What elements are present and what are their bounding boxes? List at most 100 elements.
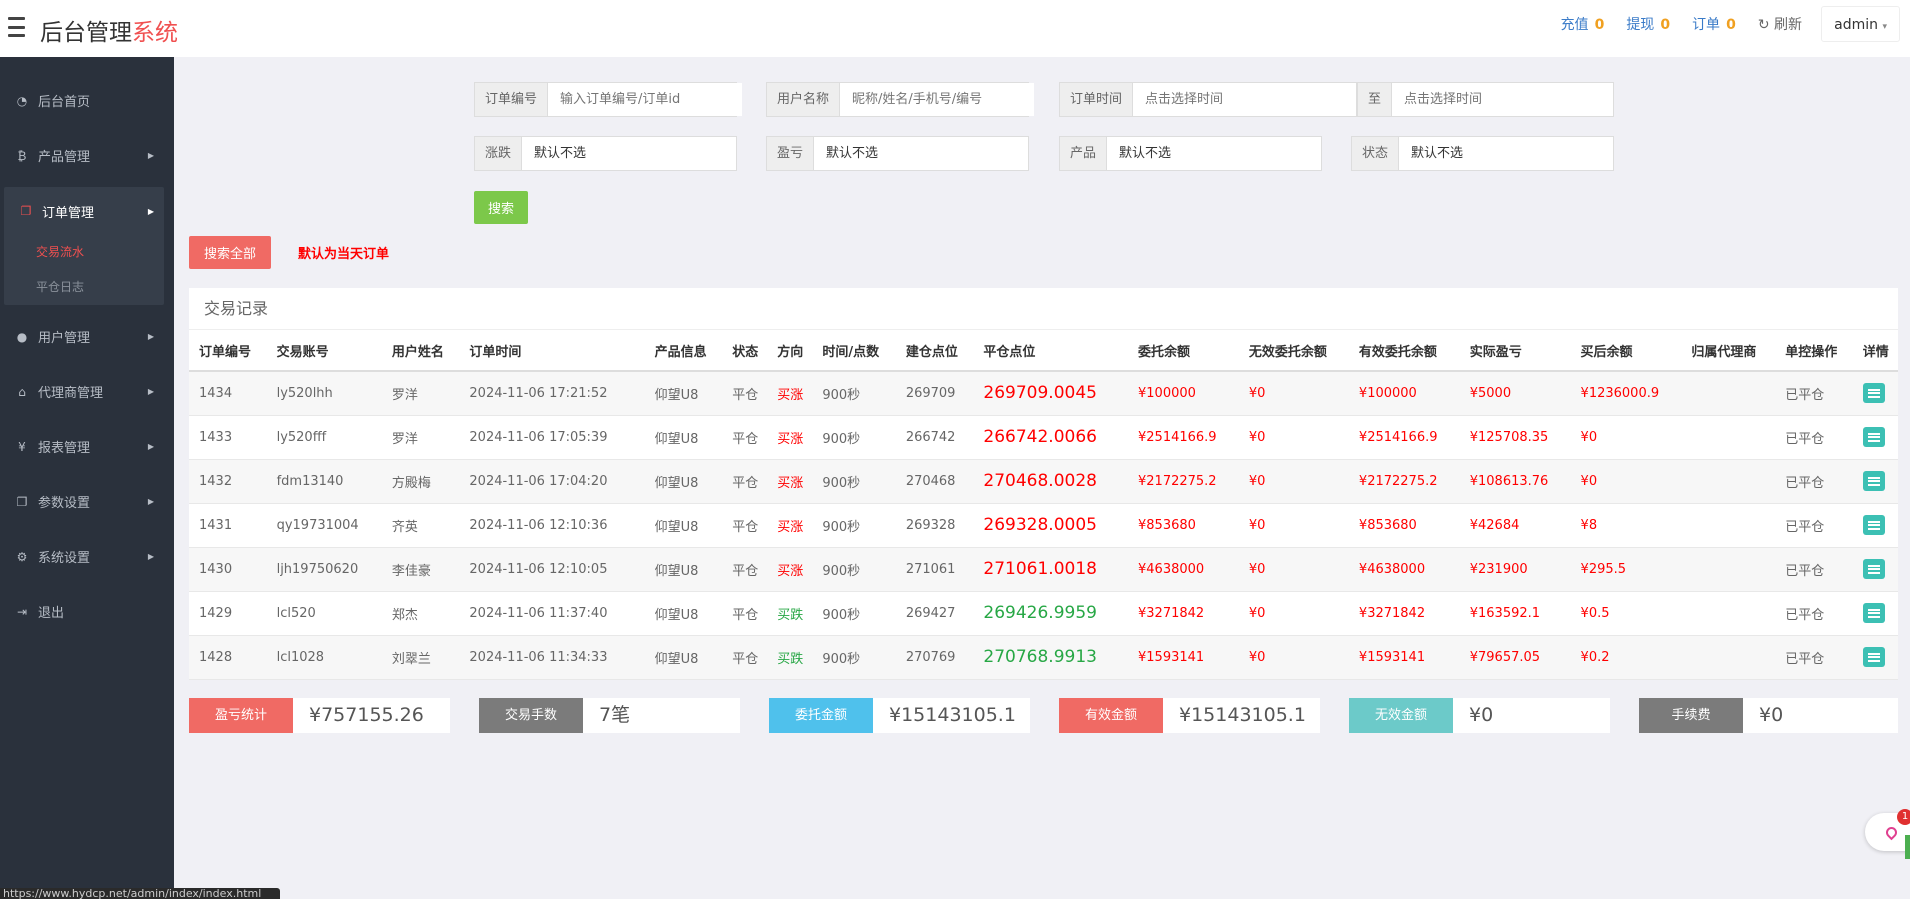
cell-invalid: ¥0 (1238, 547, 1349, 592)
recharge-link[interactable]: 充值 0 (1561, 14, 1605, 34)
product-select[interactable]: 默认不选 (1107, 137, 1321, 170)
table-row[interactable]: 1433 ly520fff 罗洋 2024-11-06 17:05:39 仰望U8 平仓买… (189, 415, 1898, 460)
cell-dir: 买跌 (767, 591, 813, 636)
user-name-input[interactable] (840, 83, 1035, 116)
sidebar-subitem-close-log[interactable]: 平仓日志 (4, 270, 164, 305)
stat-box: 无效金额 ¥0 (1349, 698, 1610, 733)
sidebar-item-users[interactable]: ● 用户管理 ▶ (0, 309, 174, 364)
cell-op: 已平仓 (1775, 459, 1853, 504)
cell-time: 2024-11-06 11:37:40 (459, 591, 645, 636)
cell-time: 2024-11-06 17:04:20 (459, 459, 645, 504)
cell-invalid: ¥0 (1238, 459, 1349, 504)
sidebar-item-params[interactable]: ❐ 参数设置 ▶ (0, 474, 174, 529)
detail-list-icon[interactable] (1862, 471, 1885, 491)
cell-pnl: ¥42684 (1459, 503, 1571, 548)
profit-select[interactable]: 默认不选 (814, 137, 1028, 170)
to-label: 至 (1358, 83, 1393, 116)
order-time-start-input[interactable] (1133, 83, 1356, 116)
stat-label: 盈亏统计 (189, 698, 293, 733)
detail-list-icon[interactable] (1862, 603, 1885, 623)
order-link[interactable]: 订单 0 (1692, 14, 1736, 34)
updown-label: 涨跌 (475, 137, 523, 170)
cell-after: ¥1236000.9 (1570, 371, 1682, 416)
sidebar-item-reports[interactable]: ¥ 报表管理 ▶ (0, 419, 174, 474)
detail-list-icon[interactable] (1862, 515, 1885, 535)
sidebar-item-orders[interactable]: ❐ 订单管理 ▶ (4, 187, 164, 235)
cell-invalid: ¥0 (1238, 635, 1349, 680)
detail-list-icon[interactable] (1862, 427, 1885, 447)
cell-status: 平仓 (722, 635, 768, 680)
menu-toggle-icon[interactable] (8, 17, 25, 37)
cell-op: 已平仓 (1775, 547, 1853, 592)
table-row[interactable]: 1431 qy19731004 齐英 2024-11-06 12:10:36 仰望U8 平… (189, 503, 1898, 548)
cell-id: 1433 (189, 415, 267, 460)
cell-duration: 900秒 (812, 459, 896, 504)
column-header: 单控操作 (1775, 330, 1853, 372)
sidebar-item-logout[interactable]: ⇥ 退出 (0, 584, 174, 639)
user-icon: ● (16, 329, 28, 344)
chevron-right-icon: ▶ (147, 442, 154, 451)
cell-account: qy19731004 (266, 503, 382, 548)
detail-list-icon[interactable] (1862, 647, 1885, 667)
cell-op: 已平仓 (1775, 415, 1853, 460)
updown-select[interactable]: 默认不选 (522, 137, 736, 170)
sidebar-item-products[interactable]: ₿ 产品管理 ▶ (0, 128, 174, 183)
cell-status: 平仓 (722, 547, 768, 592)
cell-id: 1430 (189, 547, 267, 592)
detail-list-icon[interactable] (1862, 559, 1885, 579)
cell-time: 2024-11-06 11:34:33 (459, 635, 645, 680)
order-no-input[interactable] (548, 83, 743, 116)
table-row[interactable]: 1429 lcl520 郑杰 2024-11-06 11:37:40 仰望U8 平仓 买跌 9… (189, 591, 1898, 636)
sidebar-item-system[interactable]: ⚙ 系统设置 ▶ (0, 529, 174, 584)
search-all-button[interactable]: 搜索全部 (189, 236, 271, 269)
cell-detail (1852, 459, 1898, 504)
cell-close: 269709.0045 (973, 371, 1128, 416)
cell-dir: 买涨 (767, 415, 813, 460)
stat-label: 有效金额 (1059, 698, 1163, 733)
sidebar-item-home[interactable]: ◔ 后台首页 (0, 73, 174, 128)
cell-name: 罗洋 (381, 415, 460, 460)
profit-label: 盈亏 (767, 137, 815, 170)
cell-amount: ¥3271842 (1128, 591, 1239, 636)
cell-close: 270468.0028 (973, 459, 1128, 504)
withdraw-link[interactable]: 提现 0 (1626, 14, 1670, 34)
cell-invalid: ¥0 (1238, 371, 1349, 416)
floating-widget[interactable]: 1 (1865, 809, 1910, 851)
column-header: 买后余额 (1570, 330, 1682, 372)
cell-amount: ¥1593141 (1128, 635, 1239, 680)
user-name-filter: 用户名称 (766, 82, 1035, 117)
column-header: 实际盈亏 (1459, 330, 1571, 372)
cell-detail (1852, 547, 1898, 592)
search-button[interactable]: 搜索 (474, 191, 528, 224)
table-header-row: 订单编号 交易账号 用户姓名 订单时间 产品信息 状态 方向 时间/点数 建仓点位 平仓点位 委托余… (189, 330, 1898, 372)
header-links: 充值 0 提现 0 订单 0 ↻ 刷新 (1561, 14, 1802, 34)
sidebar-subitem-trades[interactable]: 交易流水 (4, 235, 164, 270)
table-row[interactable]: 1430 ljh19750620 李佳豪 2024-11-06 12:10:05 仰望U… (189, 547, 1898, 592)
cell-duration: 900秒 (812, 591, 896, 636)
column-header: 归属代理商 (1681, 330, 1776, 372)
order-time-end-input[interactable] (1392, 83, 1613, 116)
cell-invalid: ¥0 (1238, 503, 1349, 548)
cell-close: 271061.0018 (973, 547, 1128, 592)
cell-dir: 买跌 (767, 635, 813, 680)
cell-duration: 900秒 (812, 415, 896, 460)
status-filter: 状态 默认不选 (1351, 136, 1614, 171)
cell-agent (1681, 415, 1776, 460)
cell-after: ¥0.2 (1570, 635, 1682, 680)
user-menu[interactable]: admin ▾ (1821, 6, 1900, 42)
cell-op: 已平仓 (1775, 591, 1853, 636)
cell-close: 270768.9913 (973, 635, 1128, 680)
cell-account: ly520lhh (266, 371, 382, 416)
brand-accent: 系统 (132, 20, 178, 46)
cell-open: 271061 (895, 547, 974, 592)
refresh-link[interactable]: ↻ 刷新 (1758, 14, 1802, 34)
table-row[interactable]: 1432 fdm13140 方殿梅 2024-11-06 17:04:20 仰望U8 平仓… (189, 459, 1898, 504)
detail-list-icon[interactable] (1862, 383, 1885, 404)
table-row[interactable]: 1434 ly520lhh 罗洋 2024-11-06 17:21:52 仰望U8 平仓买… (189, 371, 1898, 416)
table-row[interactable]: 1428 lcl1028 刘翠兰 2024-11-06 11:34:33 仰望U8 平仓买… (189, 635, 1898, 680)
cell-product: 仰望U8 (644, 503, 723, 548)
cell-time: 2024-11-06 12:10:05 (459, 547, 645, 592)
status-select[interactable]: 默认不选 (1399, 137, 1613, 170)
cell-valid: ¥2172275.2 (1348, 459, 1460, 504)
sidebar-item-agents[interactable]: ⌂ 代理商管理 ▶ (0, 364, 174, 419)
